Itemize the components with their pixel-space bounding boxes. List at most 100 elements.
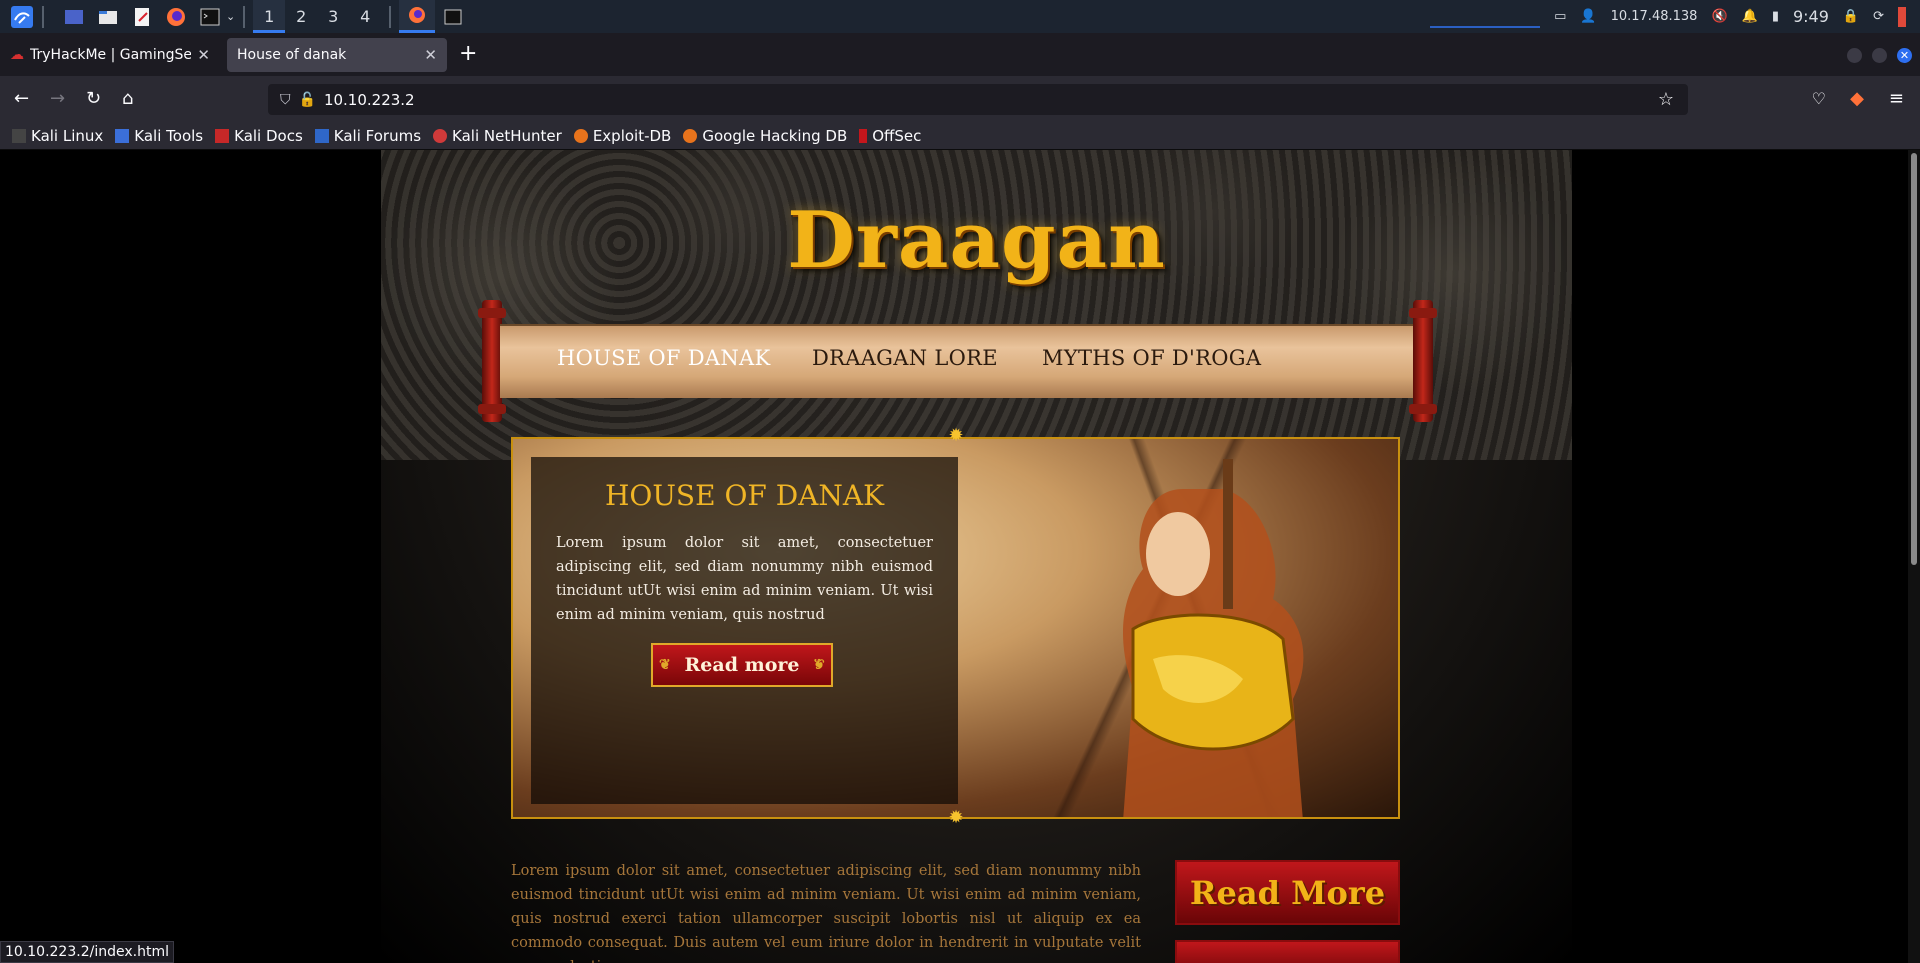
url-text[interactable]: 10.10.223.2 bbox=[324, 91, 415, 109]
menu-house-of-danak[interactable]: HOUSE OF DANAK bbox=[557, 346, 771, 370]
tryhackme-favicon-icon: ☁ bbox=[10, 47, 24, 63]
side-button-secondary[interactable] bbox=[1175, 940, 1400, 963]
battery-icon[interactable]: ▮ bbox=[1772, 9, 1779, 24]
lock-icon[interactable]: 🔒 bbox=[1843, 9, 1859, 24]
tab-strip: ☁ TryHackMe | GamingServer ✕ House of da… bbox=[0, 33, 1920, 76]
warrior-illustration bbox=[1123, 459, 1304, 817]
bookmark-label: Kali Tools bbox=[134, 126, 204, 145]
workspace-3[interactable]: 3 bbox=[317, 0, 349, 33]
site-container: Draagan HOUSE OF DANAK DRAAGAN LORE MYTH… bbox=[381, 150, 1572, 963]
mute-icon[interactable]: 🔇 bbox=[1711, 9, 1727, 24]
close-window-button[interactable]: ✕ bbox=[1897, 48, 1912, 63]
bookmark-label: OffSec bbox=[872, 126, 922, 145]
kali-menu-icon[interactable] bbox=[10, 5, 34, 29]
lock-icon[interactable]: 🔓 bbox=[299, 92, 316, 108]
url-bar[interactable]: ⛉ 🔓 10.10.223.2 ☆ bbox=[268, 84, 1688, 115]
system-tray: ▭ 👤 10.17.48.138 🔇 🔔 ▮ 9:49 🔒 ⟳ bbox=[1430, 0, 1906, 33]
hero-read-more-button[interactable]: Read more bbox=[651, 643, 833, 687]
kali-docs-icon bbox=[215, 128, 230, 143]
bookmark-label: Kali NetHunter bbox=[452, 126, 562, 145]
kali-forums-icon bbox=[314, 128, 329, 143]
menu-draagan-lore[interactable]: DRAAGAN LORE bbox=[812, 346, 998, 370]
maximize-button[interactable] bbox=[1872, 48, 1887, 63]
exploit-db-icon bbox=[573, 128, 588, 143]
hero-text-panel: HOUSE OF DANAK Lorem ipsum dolor sit ame… bbox=[531, 457, 958, 804]
new-tab-button[interactable]: + bbox=[459, 43, 477, 65]
workspace-2[interactable]: 2 bbox=[285, 0, 317, 33]
workspace-1[interactable]: 1 bbox=[253, 0, 286, 33]
bookmark-label: Google Hacking DB bbox=[702, 126, 848, 145]
file-manager-icon[interactable] bbox=[96, 5, 120, 29]
clock[interactable]: 9:49 bbox=[1793, 7, 1829, 26]
bookmark-label: Exploit-DB bbox=[592, 126, 672, 145]
scrollbar-thumb[interactable] bbox=[1911, 153, 1917, 565]
bookmark-offsec[interactable]: OffSec bbox=[859, 127, 921, 145]
home-icon[interactable]: ⌂ bbox=[122, 88, 133, 110]
vpn-ip: 10.17.48.138 bbox=[1610, 9, 1698, 24]
tab-title: House of danak bbox=[237, 47, 347, 63]
menu-myths-of-droga[interactable]: MYTHS OF D'ROGA bbox=[1042, 346, 1261, 370]
bookmark-kali-linux[interactable]: Kali Linux bbox=[12, 127, 103, 145]
page-scrollbar[interactable] bbox=[1908, 150, 1920, 963]
shield-icon[interactable]: ⛉ bbox=[280, 92, 291, 108]
terminal-launcher-icon[interactable] bbox=[198, 5, 222, 29]
forward-arrow-icon[interactable]: → bbox=[50, 88, 65, 110]
bookmark-exploit-db[interactable]: Exploit-DB bbox=[573, 126, 672, 145]
scroll-rod-left bbox=[478, 300, 506, 422]
workspace-4[interactable]: 4 bbox=[349, 0, 381, 33]
side-read-more-button[interactable]: Read More bbox=[1175, 860, 1400, 925]
network-graph bbox=[1430, 6, 1541, 28]
close-tab-icon[interactable]: ✕ bbox=[197, 46, 210, 64]
bookmark-kali-docs[interactable]: Kali Docs bbox=[215, 127, 303, 145]
body-paragraph: Lorem ipsum dolor sit amet, consectetuer… bbox=[511, 863, 1141, 963]
launcher-chevron-icon[interactable]: ⌄ bbox=[226, 10, 235, 23]
bookmark-kali-nethunter[interactable]: Kali NetHunter bbox=[433, 127, 562, 145]
bookmark-label: Kali Forums bbox=[333, 126, 422, 145]
taskbar: ⌄ 1 2 3 4 ▭ 👤 10.17.48.138 🔇 🔔 ▮ 9:49 🔒 … bbox=[0, 0, 1920, 33]
sun-ornament-icon: ✹ bbox=[948, 425, 964, 446]
sun-ornament-icon: ✹ bbox=[948, 807, 964, 828]
bookmark-label: Kali Linux bbox=[31, 126, 104, 145]
hero-banner: HOUSE OF DANAK Lorem ipsum dolor sit ame… bbox=[511, 437, 1400, 819]
refresh-icon[interactable]: ⟳ bbox=[1873, 9, 1884, 24]
screen-icon[interactable]: ▭ bbox=[1554, 9, 1566, 24]
bookmark-label: Kali Docs bbox=[234, 126, 303, 145]
minimize-button[interactable] bbox=[1847, 48, 1862, 63]
show-desktop-icon[interactable] bbox=[62, 5, 86, 29]
scroll-rod-right bbox=[1409, 300, 1437, 422]
vpn-user-icon[interactable]: 👤 bbox=[1580, 9, 1596, 24]
page-viewport: Draagan HOUSE OF DANAK DRAAGAN LORE MYTH… bbox=[0, 150, 1920, 963]
offsec-icon bbox=[859, 128, 868, 143]
taskbar-firefox-window[interactable] bbox=[399, 0, 436, 33]
hero-title: HOUSE OF DANAK bbox=[604, 479, 885, 512]
app-menu-icon[interactable]: ≡ bbox=[1889, 88, 1904, 110]
status-link-preview: 10.10.223.2/index.html bbox=[0, 941, 174, 963]
taskbar-separator bbox=[389, 5, 392, 28]
kali-tools-icon bbox=[115, 128, 130, 143]
firefox-launcher-icon[interactable] bbox=[164, 5, 188, 29]
ghdb-icon bbox=[683, 128, 698, 143]
taskbar-terminal-window[interactable] bbox=[435, 0, 471, 33]
window-controls: ✕ bbox=[1847, 48, 1912, 63]
tab-house-of-danak[interactable]: House of danak ✕ bbox=[227, 38, 447, 72]
hero-paragraph: Lorem ipsum dolor sit amet, consectetuer… bbox=[556, 535, 933, 623]
close-tab-icon[interactable]: ✕ bbox=[424, 46, 437, 64]
extension-icon[interactable]: ◆ bbox=[1850, 88, 1864, 110]
site-logo[interactable]: Draagan bbox=[381, 195, 1572, 286]
bookmark-kali-tools[interactable]: Kali Tools bbox=[115, 127, 203, 145]
bookmarks-toolbar: Kali Linux Kali Tools Kali Docs Kali For… bbox=[0, 122, 1920, 150]
taskbar-separator bbox=[243, 5, 246, 28]
text-editor-icon[interactable] bbox=[130, 5, 154, 29]
reload-icon[interactable]: ↻ bbox=[86, 88, 101, 110]
back-arrow-icon[interactable]: ← bbox=[14, 88, 29, 110]
pocket-icon[interactable]: ♡ bbox=[1812, 88, 1826, 110]
bookmark-star-icon[interactable]: ☆ bbox=[1658, 89, 1674, 110]
power-icon[interactable] bbox=[1898, 6, 1906, 27]
tab-title: TryHackMe | GamingServer bbox=[30, 47, 192, 63]
tab-tryhackme[interactable]: ☁ TryHackMe | GamingServer ✕ bbox=[0, 38, 220, 72]
notifications-icon[interactable]: 🔔 bbox=[1742, 9, 1758, 24]
bookmark-kali-forums[interactable]: Kali Forums bbox=[314, 126, 422, 145]
nethunter-icon bbox=[433, 128, 448, 143]
bookmark-google-hacking-db[interactable]: Google Hacking DB bbox=[683, 127, 847, 145]
kali-dragon-icon bbox=[12, 128, 26, 143]
